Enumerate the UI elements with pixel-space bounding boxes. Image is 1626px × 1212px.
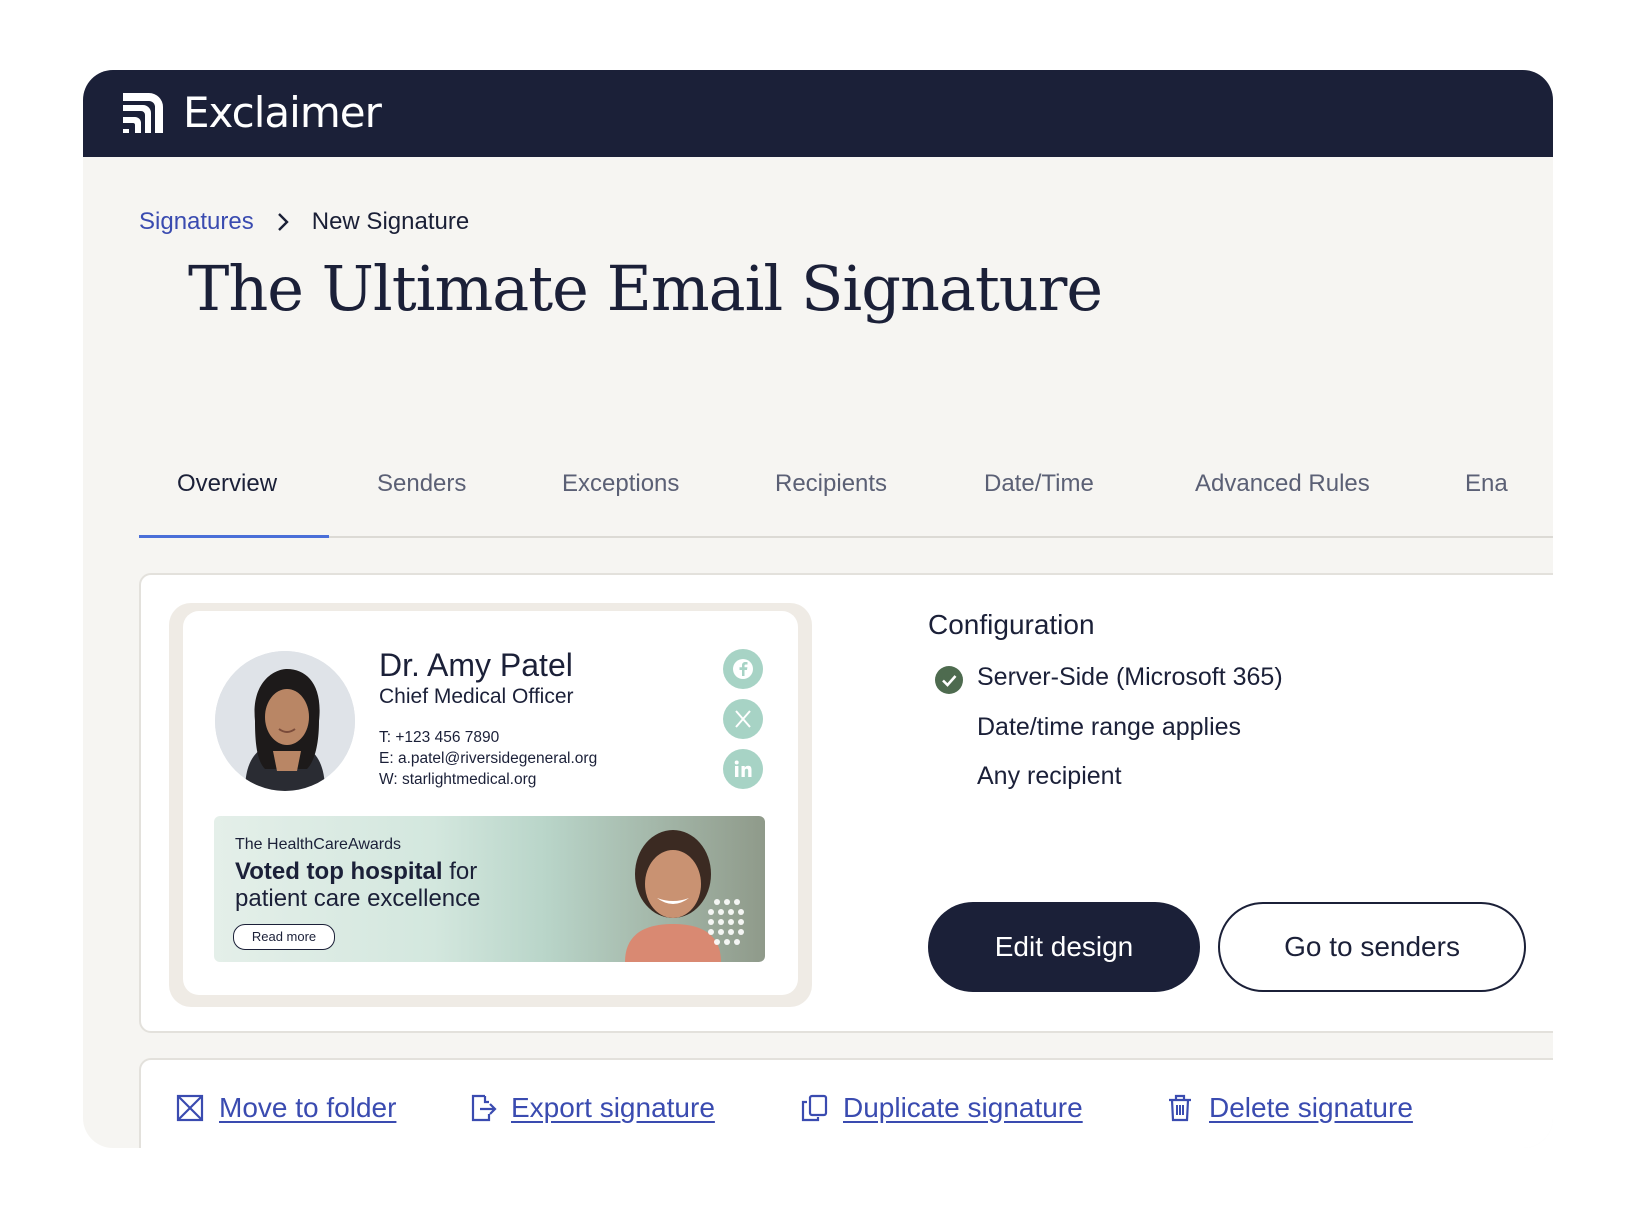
tab-recipients[interactable]: Recipients: [775, 470, 887, 498]
configuration-heading: Configuration: [928, 609, 1095, 640]
tab-overview[interactable]: Overview: [177, 470, 277, 498]
banner-caption: The HealthCareAwards: [235, 836, 402, 853]
breadcrumb-current: New Signature: [311, 208, 470, 235]
move-to-folder-action[interactable]: Move to folder: [175, 1092, 396, 1124]
config-server-side: Server-Side (Microsoft 365): [977, 663, 1283, 691]
export-signature-action[interactable]: Export signature: [467, 1092, 715, 1124]
delete-signature-action[interactable]: Delete signature: [1165, 1092, 1413, 1124]
promo-banner[interactable]: The HealthCareAwards Voted top hospital …: [214, 816, 765, 962]
signature-web: W: starlightmedical.org: [379, 771, 537, 788]
check-circle-icon: [935, 666, 963, 694]
move-icon: [176, 1094, 204, 1122]
tab-bar: Overview Senders Exceptions Recipients D…: [139, 450, 1553, 538]
export-icon: [471, 1094, 497, 1122]
export-signature-label: Export signature: [511, 1092, 715, 1123]
signature-role: Chief Medical Officer: [379, 685, 574, 708]
banner-headline: Voted top hospital for patient care exce…: [235, 858, 480, 912]
active-tab-indicator: [139, 535, 329, 538]
exclaimer-logo-icon: [123, 92, 163, 133]
banner-photo: [625, 830, 744, 962]
linkedin-icon[interactable]: [723, 749, 763, 789]
brand-name: Exclaimer: [183, 88, 382, 137]
signature-preview-inner: Dr. Amy Patel Chief Medical Officer T: +…: [183, 611, 798, 995]
duplicate-icon: [801, 1094, 828, 1122]
chevron-right-icon: [277, 213, 289, 231]
app-window: Exclaimer Signatures New Signature The U…: [83, 70, 1553, 1148]
signature-email: E: a.patel@riversidegeneral.org: [379, 750, 598, 767]
duplicate-signature-label: Duplicate signature: [843, 1092, 1083, 1123]
go-to-senders-button[interactable]: Go to senders: [1218, 902, 1526, 992]
move-to-folder-label: Move to folder: [219, 1092, 397, 1123]
actions-bar: Move to folder Export signature Duplicat…: [139, 1058, 1553, 1148]
delete-signature-label: Delete signature: [1209, 1092, 1413, 1123]
tab-senders[interactable]: Senders: [377, 470, 466, 498]
overview-card: Dr. Amy Patel Chief Medical Officer T: +…: [139, 573, 1553, 1033]
banner-headline-rest: for: [442, 858, 478, 885]
signature-preview: Dr. Amy Patel Chief Medical Officer T: +…: [169, 603, 812, 1007]
trash-icon: [1169, 1094, 1191, 1122]
page-title: The Ultimate Email Signature: [188, 252, 1103, 325]
read-more-button[interactable]: Read more: [233, 924, 335, 950]
signature-name: Dr. Amy Patel: [379, 647, 573, 683]
portrait-image: [215, 651, 355, 791]
breadcrumb-signatures-link[interactable]: Signatures: [139, 208, 254, 236]
config-recipient: Any recipient: [977, 762, 1122, 790]
tab-advanced-rules[interactable]: Advanced Rules: [1195, 470, 1370, 498]
avatar: [215, 651, 355, 791]
config-date-time: Date/time range applies: [977, 713, 1242, 741]
edit-design-button[interactable]: Edit design: [928, 902, 1200, 992]
duplicate-signature-action[interactable]: Duplicate signature: [799, 1092, 1083, 1124]
tab-exceptions[interactable]: Exceptions: [562, 470, 679, 498]
signature-contact: T: +123 456 7890 E: a.patel@riversidegen…: [379, 727, 597, 790]
x-icon[interactable]: [723, 699, 763, 739]
brand-logo[interactable]: Exclaimer: [119, 88, 382, 137]
signature-phone: T: +123 456 7890: [379, 729, 500, 746]
banner-headline-line2: patient care excellence: [235, 885, 481, 912]
banner-headline-bold: Voted top hospital: [235, 858, 443, 885]
breadcrumb: Signatures New Signature: [139, 208, 469, 236]
top-bar: Exclaimer: [83, 70, 1553, 157]
tab-enable[interactable]: Ena: [1465, 470, 1508, 498]
tab-date-time[interactable]: Date/Time: [984, 470, 1094, 498]
facebook-icon[interactable]: [723, 649, 763, 689]
